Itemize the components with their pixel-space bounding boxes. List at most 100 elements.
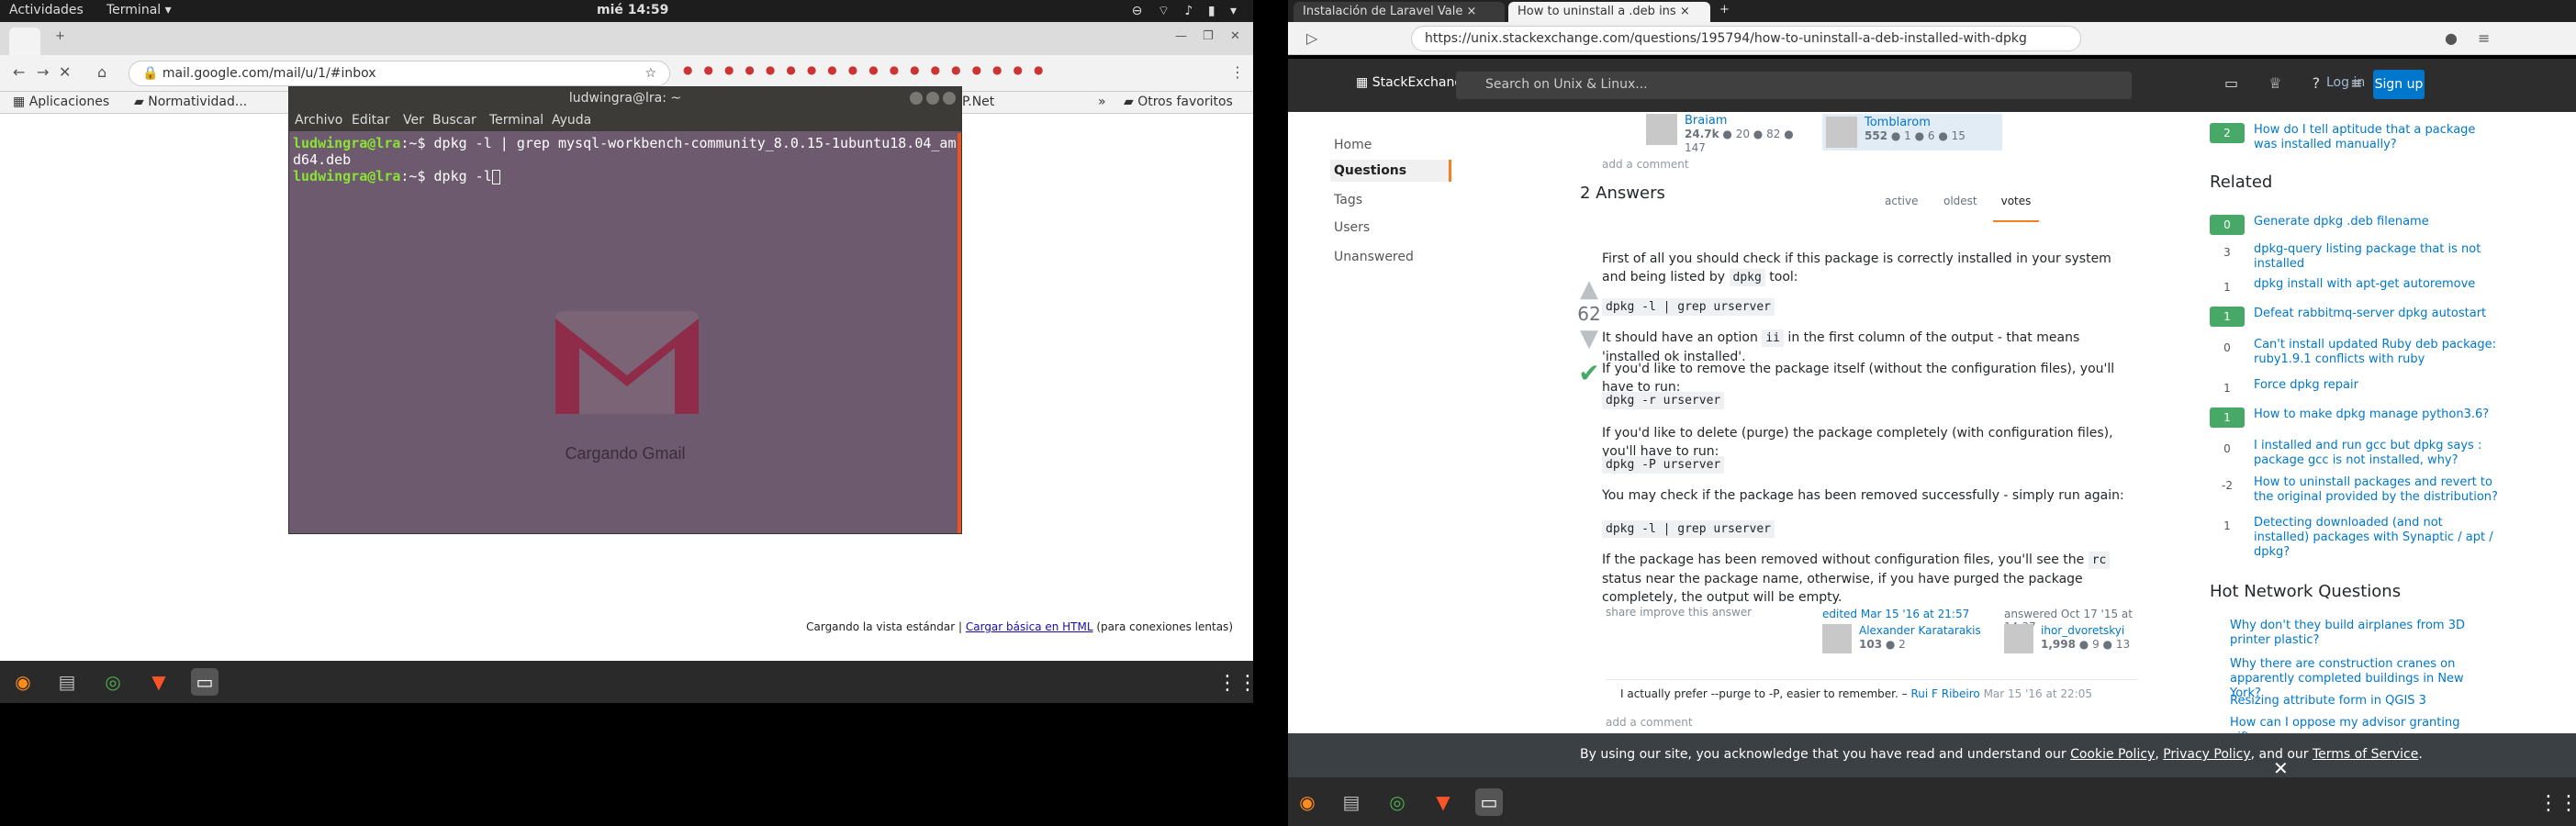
close-icon[interactable] <box>943 92 956 105</box>
bookmark-folder-other[interactable]: ▰ Otros favoritos <box>1124 95 1233 109</box>
nav-users[interactable]: Users <box>1334 220 1370 235</box>
omnibox[interactable]: 🔒 mail.google.com/mail/u/1/#inbox ☆ <box>129 61 670 86</box>
minimize-icon[interactable]: — <box>1175 29 1187 43</box>
profile-icon[interactable]: ● <box>2445 29 2458 47</box>
avatar[interactable] <box>1826 117 1857 148</box>
terminal-scrollbar[interactable] <box>958 133 961 533</box>
sort-tab-active[interactable]: active <box>1885 195 1918 207</box>
user-name-link[interactable]: ihor_dvoretskyi <box>2041 624 2124 637</box>
add-comment-link[interactable]: add a comment <box>1606 716 1693 729</box>
related-score: 1 <box>2223 281 2231 294</box>
browser-tab[interactable] <box>9 28 40 55</box>
omnibox[interactable]: https://unix.stackexchange.com/questions… <box>1411 26 2081 51</box>
extension-icons[interactable]: ●●●●●●●●●●●●●●●●●● <box>683 63 1054 76</box>
minimize-icon[interactable] <box>910 92 923 105</box>
maximize-icon[interactable]: ❐ <box>1203 29 1214 43</box>
edited-time[interactable]: edited Mar 15 '16 at 21:57 <box>1822 608 1978 620</box>
stop-icon[interactable]: ✕ <box>59 63 71 81</box>
related-link[interactable]: Can't install updated Ruby deb package: … <box>2254 338 2502 367</box>
back-icon[interactable]: ← <box>13 63 25 81</box>
terminal-output[interactable]: ludwingra@lra:~$ dpkg -l | grep mysql-wo… <box>289 133 961 533</box>
related-link[interactable]: How to make dpkg manage python3.6? <box>2254 407 2502 422</box>
brave-icon[interactable]: ▼ <box>145 668 173 696</box>
sort-tab-votes[interactable]: votes <box>1993 184 2039 222</box>
chrome-icon[interactable]: ◎ <box>99 668 127 696</box>
close-icon[interactable]: ✕ <box>2273 757 2289 779</box>
basic-html-link[interactable]: Cargar básica en HTML <box>966 620 1093 633</box>
maximize-icon[interactable] <box>926 92 939 105</box>
search-input[interactable]: Search on Unix & Linux... <box>1456 72 2132 99</box>
activities-button[interactable]: Actividades <box>9 3 84 17</box>
related-link[interactable]: I installed and run gcc but dpkg says : … <box>2254 439 2502 468</box>
privacy-policy-link[interactable]: Privacy Policy <box>2163 747 2250 762</box>
clock[interactable]: mié 14:59 <box>597 3 668 17</box>
forward-icon[interactable]: → <box>37 63 49 81</box>
browser-toolbar: ▷ https://unix.stackexchange.com/questio… <box>1288 22 2576 55</box>
related-link[interactable]: How to uninstall packages and revert to … <box>2254 475 2502 505</box>
play-icon[interactable]: ▷ <box>1306 29 1317 47</box>
user-name-link[interactable]: Tomblarom <box>1865 116 1931 129</box>
add-comment-link[interactable]: add a comment <box>1602 158 1689 171</box>
menu-ayuda[interactable]: Ayuda <box>552 113 591 128</box>
bookmark-folder[interactable]: ▰ Normatividad... <box>134 95 247 109</box>
related-link[interactable]: Defeat rabbitmq-server dpkg autostart <box>2254 307 2502 321</box>
home-icon[interactable]: ⌂ <box>97 63 106 81</box>
new-tab-button[interactable]: + <box>55 29 65 43</box>
browser-tab[interactable]: Instalación de Laravel Vale × <box>1294 2 1505 22</box>
chrome-icon[interactable]: ◎ <box>1383 788 1411 816</box>
avatar[interactable] <box>1646 114 1677 145</box>
login-button[interactable]: Log in <box>2326 75 2365 90</box>
user-name-link[interactable]: Alexander Karatarakis <box>1859 624 1981 637</box>
bookmark-folder[interactable]: P.Net <box>962 95 994 109</box>
menu-terminal[interactable]: Terminal <box>489 113 543 128</box>
menu-archivo[interactable]: Archivo <box>295 113 342 128</box>
app-grid-icon[interactable]: ⋮⋮ <box>1217 672 1258 695</box>
answer-paragraph: You may check if the package has been re… <box>1602 488 2124 503</box>
bookmark-apps[interactable]: ▦ Aplicaciones <box>13 95 109 109</box>
terminal-title[interactable]: ludwingra@lra: ~ <box>289 87 961 111</box>
terminal-icon[interactable]: ▭ <box>1475 788 1503 816</box>
user-name-link[interactable]: Braiam <box>1685 114 1727 128</box>
terminal-icon[interactable]: ▭ <box>191 668 218 696</box>
menu-buscar[interactable]: Buscar <box>432 113 476 128</box>
avatar[interactable] <box>2004 624 2033 653</box>
star-icon[interactable]: ☆ <box>644 66 656 81</box>
new-tab-button[interactable]: + <box>1719 3 1730 17</box>
related-link[interactable]: dpkg install with apt-get autoremove <box>2254 277 2502 292</box>
menu-icon[interactable]: ≡ <box>2478 29 2490 47</box>
close-icon[interactable]: ✕ <box>1230 29 1240 43</box>
terms-link[interactable]: Terms of Service <box>2313 747 2418 762</box>
browser-tabstrip: Instalación de Laravel Vale × How to uni… <box>1288 0 2576 22</box>
nav-home[interactable]: Home <box>1334 138 1372 152</box>
related-link[interactable]: dpkg-query listing package that is not i… <box>2254 242 2502 272</box>
related-link[interactable]: Generate dpkg .deb filename <box>2254 215 2502 229</box>
app-menu[interactable]: Terminal ▾ <box>106 3 172 17</box>
files-icon[interactable]: ▤ <box>53 668 81 696</box>
share-improve-links[interactable]: share improve this answer <box>1606 606 1752 619</box>
firefox-icon[interactable]: ◉ <box>9 668 37 696</box>
nav-unanswered[interactable]: Unanswered <box>1334 250 1414 264</box>
menu-editar[interactable]: Editar <box>352 113 389 128</box>
system-tray-icons[interactable]: ⊖ ⌔ ♪ ▮ ▾ <box>1132 3 1242 19</box>
menu-ver[interactable]: Ver <box>403 113 424 128</box>
sort-tab-oldest[interactable]: oldest <box>1943 195 1977 207</box>
related-link[interactable]: Detecting downloaded (and not installed)… <box>2254 516 2502 560</box>
related-link[interactable]: Force dpkg repair <box>2254 378 2502 393</box>
nav-questions[interactable]: Questions <box>1330 160 1451 182</box>
menu-icon[interactable]: ⋮ <box>1230 63 1245 81</box>
brave-icon[interactable]: ▼ <box>1429 788 1457 816</box>
comment-user-link[interactable]: Rui F Ribeiro <box>1910 687 1979 700</box>
firefox-icon[interactable]: ◉ <box>1294 788 1321 816</box>
cookie-policy-link[interactable]: Cookie Policy <box>2070 747 2155 762</box>
chevron-right-icon[interactable]: » <box>1098 95 1106 109</box>
files-icon[interactable]: ▤ <box>1338 788 1365 816</box>
user-reputation: 24.7k ● 20 ● 82 ● 147 <box>1685 128 1794 154</box>
app-grid-icon[interactable]: ⋮⋮ <box>2538 792 2576 815</box>
nav-tags[interactable]: Tags <box>1334 193 1362 207</box>
stackexchange-logo[interactable]: ▦ StackExchange <box>1356 75 1471 90</box>
avatar[interactable] <box>1822 624 1852 653</box>
browser-tab-active[interactable]: How to uninstall a .deb ins × <box>1508 2 1710 22</box>
signup-button[interactable]: Sign up <box>2373 70 2425 99</box>
screen-border <box>0 703 1288 826</box>
terminal-window[interactable]: ludwingra@lra: ~ Archivo Editar Ver Busc… <box>288 86 962 534</box>
